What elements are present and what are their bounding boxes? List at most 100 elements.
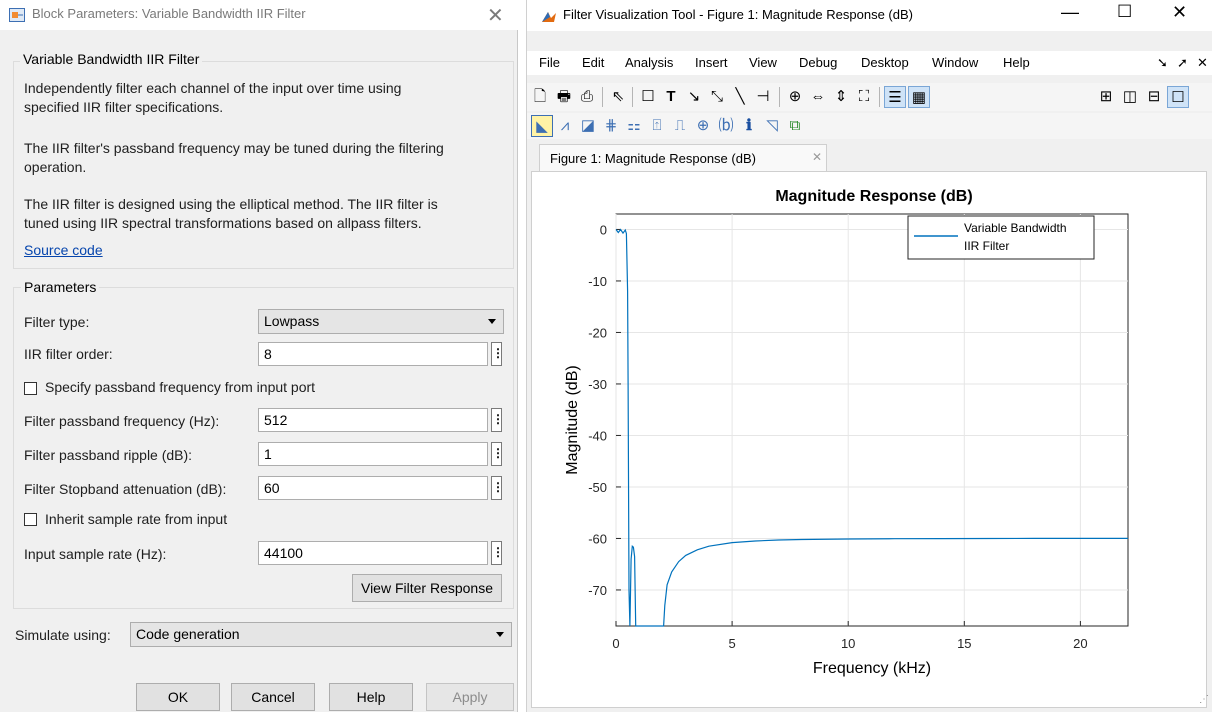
print-preview-icon[interactable]: ⎙ — [576, 86, 598, 108]
fvtool-window: Filter Visualization Tool - Figure 1: Ma… — [526, 0, 1212, 712]
magnitude-response-icon[interactable]: ◣ — [531, 115, 553, 137]
stopband-attenuation-options-icon[interactable]: ⋮ — [491, 476, 504, 500]
iir-order-options-icon[interactable]: ⋮ — [491, 342, 504, 366]
toolbar-separator — [779, 87, 780, 107]
double-arrow-icon[interactable]: ⤡ — [706, 86, 728, 108]
filter-type-dropdown[interactable]: Lowpass — [258, 309, 504, 334]
passband-ripple-field[interactable]: 1 — [258, 442, 488, 466]
dialog-title-bar[interactable]: Block Parameters: Variable Bandwidth IIR… — [0, 0, 518, 30]
text-icon[interactable]: T — [660, 86, 682, 108]
y-axis-label: Magnitude (dB) — [564, 365, 581, 474]
apply-button[interactable]: Apply — [426, 683, 514, 711]
step-response-icon[interactable]: ⎍ — [669, 115, 691, 137]
description-paragraph-2: The IIR filter's passband frequency may … — [24, 140, 444, 175]
y-tick-label: -20 — [588, 325, 607, 340]
simulate-using-dropdown[interactable]: Code generation — [130, 622, 512, 647]
menu-view[interactable]: View — [749, 55, 777, 70]
inherit-rate-label: Inherit sample rate from input — [45, 511, 228, 527]
y-tick-label: 0 — [600, 222, 607, 237]
pointer-icon[interactable]: ⇖ — [607, 86, 629, 108]
zoom-in-icon[interactable]: ⊕ — [784, 86, 806, 108]
print-icon[interactable]: 🖶 — [553, 86, 575, 108]
help-button[interactable]: Help — [329, 683, 413, 711]
new-file-icon[interactable]: 🗋 — [529, 86, 551, 108]
top-bottom-layout-icon[interactable]: ⊟ — [1143, 86, 1165, 108]
sample-rate-field[interactable]: 44100 — [258, 541, 488, 565]
source-code-link[interactable]: Source code — [24, 242, 103, 258]
phase-response-icon[interactable]: ⩘ — [554, 115, 576, 137]
tab-figure-1[interactable]: Figure 1: Magnitude Response (dB) ✕ — [539, 144, 827, 171]
y-tick-label: -70 — [588, 583, 607, 598]
full-view-icon[interactable]: ⛶ — [853, 86, 875, 108]
inherit-rate-checkbox[interactable] — [24, 513, 37, 526]
chevron-down-icon — [496, 632, 504, 637]
filter-coefficients-icon[interactable]: ⒝ — [715, 115, 737, 137]
dock-icon[interactable]: ➘ — [1157, 55, 1168, 71]
magnitude-response-estimate-icon[interactable]: ◹ — [761, 115, 783, 137]
chevron-down-icon — [488, 319, 496, 324]
x-tick-label: 10 — [841, 636, 855, 651]
passband-frequency-label: Filter passband frequency (Hz): — [24, 413, 220, 429]
menu-window[interactable]: Window — [932, 55, 978, 70]
maximize-icon[interactable]: ☐ — [1117, 2, 1132, 22]
simulink-block-icon — [9, 8, 25, 22]
pole-zero-plot-icon[interactable]: ⊕ — [692, 115, 714, 137]
menu-analysis[interactable]: Analysis — [625, 55, 673, 70]
sample-rate-options-icon[interactable]: ⋮ — [491, 541, 504, 565]
menu-debug[interactable]: Debug — [799, 55, 837, 70]
cancel-button[interactable]: Cancel — [231, 683, 315, 711]
block-parameters-dialog: Block Parameters: Variable Bandwidth IIR… — [0, 0, 518, 712]
ok-button[interactable]: OK — [136, 683, 220, 711]
stopband-attenuation-label: Filter Stopband attenuation (dB): — [24, 481, 227, 497]
menu-edit[interactable]: Edit — [582, 55, 604, 70]
line-icon[interactable]: ╲ — [729, 86, 751, 108]
legend-icon[interactable]: ☰ — [884, 86, 906, 108]
x-tick-label: 15 — [957, 636, 971, 651]
close-tab-icon[interactable]: ✕ — [812, 150, 822, 164]
menu-insert[interactable]: Insert — [695, 55, 728, 70]
left-right-layout-icon[interactable]: ◫ — [1119, 86, 1141, 108]
arrow-icon[interactable]: ↘ — [683, 86, 705, 108]
close-icon[interactable]: ✕ — [487, 3, 504, 28]
close-icon[interactable]: ✕ — [1172, 2, 1187, 23]
phase-delay-icon[interactable]: ⚏ — [623, 115, 645, 137]
passband-port-checkbox[interactable] — [24, 382, 37, 395]
single-layout-icon[interactable]: ☐ — [1167, 86, 1189, 108]
x-tick-label: 20 — [1073, 636, 1087, 651]
menu-help[interactable]: Help — [1003, 55, 1030, 70]
menu-file[interactable]: File — [539, 55, 560, 70]
round-off-noise-icon[interactable]: ⧉ — [784, 115, 806, 137]
passband-frequency-options-icon[interactable]: ⋮ — [491, 408, 504, 432]
menu-bar: File Edit Analysis Insert View Debug Des… — [527, 51, 1212, 75]
group-delay-icon[interactable]: ⋕ — [600, 115, 622, 137]
zoom-x-icon[interactable]: ⇔ — [807, 86, 829, 108]
x-tick-label: 0 — [612, 636, 619, 651]
y-tick-label: -10 — [588, 274, 607, 289]
impulse-response-icon[interactable]: ⍐ — [646, 115, 668, 137]
undock-icon[interactable]: ➚ — [1177, 55, 1188, 71]
zoom-y-icon[interactable]: ⇕ — [830, 86, 852, 108]
magnitude-phase-icon[interactable]: ◪ — [577, 115, 599, 137]
toolbar-separator — [879, 87, 880, 107]
passband-frequency-field[interactable]: 512 — [258, 408, 488, 432]
filter-info-icon[interactable]: ℹ — [738, 115, 760, 137]
stopband-attenuation-field[interactable]: 60 — [258, 476, 488, 500]
toolbar-separator — [602, 87, 603, 107]
dialog-title: Block Parameters: Variable Bandwidth IIR… — [32, 6, 306, 21]
grid-icon[interactable]: ▦ — [908, 86, 930, 108]
minimize-icon[interactable]: — — [1061, 2, 1079, 23]
tile-layout-icon[interactable]: ⊞ — [1095, 86, 1117, 108]
legend[interactable]: Variable Bandwidth IIR Filter — [907, 215, 1095, 260]
iir-order-field[interactable]: 8 — [258, 342, 488, 366]
fvtool-title-bar[interactable]: Filter Visualization Tool - Figure 1: Ma… — [527, 0, 1212, 31]
rectangle-icon[interactable]: ☐ — [637, 86, 659, 108]
pin-icon[interactable]: ⊣ — [752, 86, 774, 108]
magnitude-response-plot[interactable]: Magnitude Response (dB) 0 5 10 15 20 0 -10 -20 -… — [527, 172, 1212, 708]
chart-title: Magnitude Response (dB) — [775, 188, 972, 205]
parameters-title: Parameters — [21, 279, 100, 295]
menu-desktop[interactable]: Desktop — [861, 55, 909, 70]
close-figure-icon[interactable]: ✕ — [1197, 55, 1208, 71]
resize-grip-icon[interactable]: ⋰ — [1199, 694, 1209, 705]
view-filter-response-button[interactable]: View Filter Response — [352, 574, 502, 602]
passband-ripple-options-icon[interactable]: ⋮ — [491, 442, 504, 466]
